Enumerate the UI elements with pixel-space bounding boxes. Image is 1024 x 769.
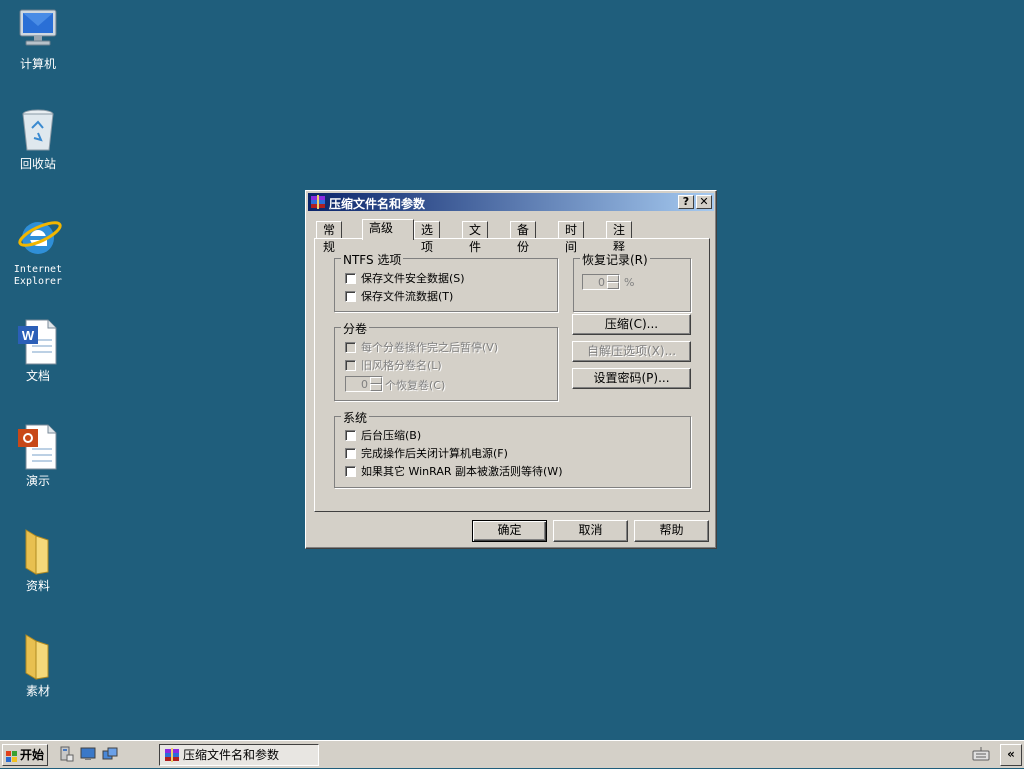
desktop-icon-folder-data[interactable]: 资料 (6, 528, 70, 592)
close-button[interactable]: ✕ (696, 195, 712, 209)
advanced-tab-panel: NTFS 选项 保存文件安全数据(S) 保存文件流数据(T) 恢复记录(R) 0… (314, 238, 710, 512)
pause-after-volume-checkbox[interactable]: 每个分卷操作完之后暂停(V) (345, 339, 499, 354)
recovery-record-unit: % (624, 276, 635, 289)
tab-advanced[interactable]: 高级 (362, 219, 414, 240)
start-label: 开始 (20, 748, 45, 762)
save-security-label: 保存文件安全数据(S) (361, 272, 465, 285)
recovery-volumes-value: 0 (361, 378, 368, 391)
tray-expand-button[interactable]: « (1000, 744, 1022, 766)
desktop-icon-folder-materials[interactable]: 素材 (6, 633, 70, 697)
recovery-volumes-spinner[interactable]: 0 (345, 376, 383, 392)
spinner-arrows-icon[interactable] (607, 275, 619, 289)
wait-other-copies-checkbox[interactable]: 如果其它 WinRAR 副本被激活则等待(W) (345, 463, 563, 478)
folder-icon (14, 528, 62, 576)
desktop-icon-label: 计算机 (19, 57, 56, 71)
recovery-record-value: 0 (598, 276, 605, 289)
windows-logo-icon (6, 749, 18, 762)
desktop-icon-recycle-bin[interactable]: 回收站 (6, 106, 70, 170)
tab-backup[interactable]: 备份 (510, 221, 537, 254)
desktop-icon-computer[interactable]: 计算机 (6, 6, 70, 70)
winrar-icon (164, 747, 180, 769)
desktop-icon-label: Internet Explorer (13, 264, 63, 287)
recycle-bin-icon (14, 106, 62, 154)
background-compress-checkbox[interactable]: 后台压缩(B) (345, 427, 422, 442)
background-compress-label: 后台压缩(B) (361, 429, 422, 442)
desktop-icon-label: 演示 (25, 474, 50, 488)
taskbar-task-label: 压缩文件名和参数 (183, 748, 280, 762)
sfx-options-button[interactable]: 自解压选项(X)... (572, 341, 691, 362)
save-streams-checkbox[interactable]: 保存文件流数据(T) (345, 288, 454, 303)
tab-options[interactable]: 选项 (414, 221, 441, 254)
set-password-button[interactable]: 设置密码(P)... (572, 368, 691, 389)
system-group: 系统 后台压缩(B) 完成操作后关闭计算机电源(F) 如果其它 WinRAR 副… (334, 409, 691, 488)
dialog-title: 压缩文件名和参数 (329, 197, 426, 211)
switch-windows-icon[interactable] (102, 746, 118, 762)
folder-icon (14, 633, 62, 681)
recovery-record-group: 恢复记录(R) 0 % (573, 251, 691, 312)
volume-title: 分卷 (341, 320, 370, 337)
old-style-naming-checkbox[interactable]: 旧风格分卷名(L) (345, 357, 442, 372)
ok-button[interactable]: 确定 (472, 520, 547, 542)
save-security-checkbox[interactable]: 保存文件安全数据(S) (345, 270, 465, 285)
recovery-record-title: 恢复记录(R) (580, 251, 650, 268)
svg-text:W: W (22, 328, 35, 343)
shutdown-after-checkbox[interactable]: 完成操作后关闭计算机电源(F) (345, 445, 508, 460)
start-button[interactable]: 开始 (2, 744, 48, 766)
help-button[interactable]: 帮助 (634, 520, 709, 542)
show-desktop-icon[interactable] (80, 746, 96, 762)
pause-after-volume-label: 每个分卷操作完之后暂停(V) (361, 341, 499, 354)
ntfs-options-title: NTFS 选项 (341, 251, 404, 268)
desktop-icon-internet-explorer[interactable]: Internet Explorer (6, 212, 70, 288)
help-title-button[interactable]: ? (678, 195, 694, 209)
cancel-button[interactable]: 取消 (553, 520, 628, 542)
dialog-title-bar[interactable]: 压缩文件名和参数 ? ✕ (308, 193, 714, 211)
internet-explorer-icon (14, 212, 62, 260)
spinner-arrows-icon[interactable] (370, 377, 382, 391)
recovery-record-spinner[interactable]: 0 (582, 274, 620, 290)
shutdown-after-label: 完成操作后关闭计算机电源(F) (361, 447, 508, 460)
desktop-icon-presentation[interactable]: 演示 (6, 423, 70, 487)
powerpoint-document-icon (14, 423, 62, 471)
taskbar-task-winrar[interactable]: 压缩文件名和参数 (159, 744, 319, 766)
tab-comment[interactable]: 注释 (606, 221, 633, 254)
winrar-icon (310, 194, 326, 210)
desktop-icon-label: 素材 (25, 684, 50, 698)
tab-general[interactable]: 常规 (316, 221, 343, 254)
computer-icon (14, 6, 62, 54)
archive-name-dialog: 压缩文件名和参数 ? ✕ 常规 高级 选项 文件 备份 时间 注释 NTFS 选… (305, 190, 717, 549)
old-style-naming-label: 旧风格分卷名(L) (361, 359, 442, 372)
tab-files[interactable]: 文件 (462, 221, 489, 254)
save-streams-label: 保存文件流数据(T) (361, 290, 454, 303)
compress-button[interactable]: 压缩(C)... (572, 314, 691, 335)
ntfs-options-group: NTFS 选项 保存文件安全数据(S) 保存文件流数据(T) (334, 251, 558, 312)
system-title: 系统 (341, 409, 370, 426)
desktop-icon-label: 资料 (25, 579, 50, 593)
desktop-icon-label: 文档 (25, 369, 50, 383)
server-manager-icon[interactable] (58, 746, 74, 762)
recovery-volumes-label: 个恢复卷(C) (385, 379, 446, 392)
tab-time[interactable]: 时间 (558, 221, 585, 254)
system-tray (954, 744, 994, 766)
recovery-volumes-label-wrap: 个恢复卷(C) (385, 377, 445, 393)
volume-group: 分卷 每个分卷操作完之后暂停(V) 旧风格分卷名(L) 0 个恢复卷(C) (334, 320, 558, 401)
desktop-icon-document[interactable]: W 文档 (6, 318, 70, 382)
wait-other-copies-label: 如果其它 WinRAR 副本被激活则等待(W) (361, 465, 563, 478)
keyboard-icon[interactable] (972, 746, 990, 765)
word-document-icon: W (14, 318, 62, 366)
desktop-icon-label: 回收站 (19, 157, 56, 171)
taskbar: 开始 压缩文件名和参数 « (0, 740, 1024, 768)
